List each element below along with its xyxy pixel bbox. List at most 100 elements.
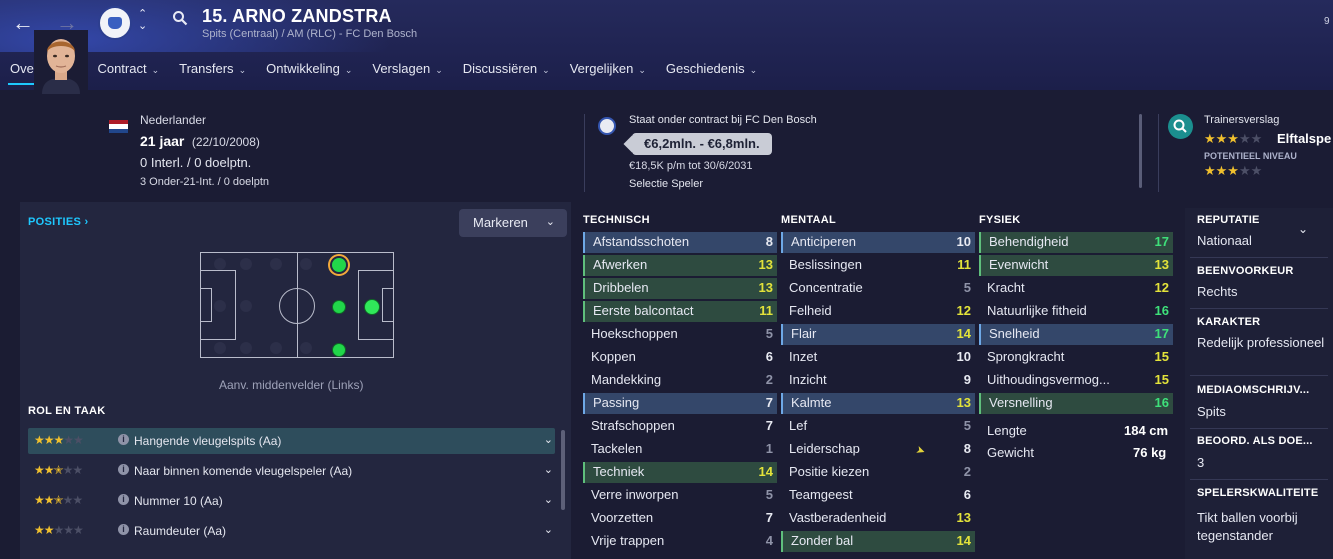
attribute-row[interactable]: Dribbelen 13 — [583, 278, 777, 299]
club-crest-icon[interactable] — [98, 6, 132, 40]
attribute-value: 7 — [765, 395, 773, 410]
attribute-value: 12 — [956, 303, 971, 318]
info-icon[interactable]: i — [118, 464, 129, 475]
scout-search-icon[interactable] — [1168, 114, 1193, 139]
attribute-label: Positie kiezen — [789, 464, 870, 479]
attribute-row[interactable]: Natuurlijke fitheid 16 — [979, 301, 1173, 322]
attribute-row[interactable]: Strafschoppen 7 — [583, 416, 777, 437]
attribute-row[interactable]: Leiderschap 8 — [781, 439, 975, 460]
search-icon[interactable] — [172, 10, 188, 26]
role-row[interactable]: ★★★★★ i Raumdeuter (Aa) ⌄ — [28, 518, 555, 544]
attribute-label: Snelheid — [989, 326, 1040, 341]
attribute-row[interactable]: Afwerken 13 — [583, 255, 777, 276]
role-row[interactable]: ★★★★★ i Hangende vleugelspits (Aa) ⌄ — [28, 428, 555, 454]
attribute-row[interactable]: Beslissingen 11 — [781, 255, 975, 276]
attribute-row[interactable]: Lef 5 — [781, 416, 975, 437]
attribute-row[interactable]: Evenwicht 13 — [979, 255, 1173, 276]
attribute-row[interactable]: Snelheid 17 — [979, 324, 1173, 345]
player-traits-header: SPELERSKWALITEITE — [1197, 487, 1319, 499]
attribute-row[interactable]: Verre inworpen 5 — [583, 485, 777, 506]
menu-transfers[interactable]: Transfers ⌄ — [169, 57, 256, 90]
attribute-row[interactable]: Behendigheid 17 — [979, 232, 1173, 253]
menu-discussieren[interactable]: Discussiëren ⌄ — [453, 57, 560, 90]
attribute-label: Koppen — [591, 349, 636, 364]
attribute-row[interactable]: Zonder bal 14 — [781, 531, 975, 552]
attribute-row[interactable]: Vrije trappen 4 — [583, 531, 777, 552]
potential-label: POTENTIEEL NIVEAU — [1204, 151, 1297, 161]
coach-report-value: Elftalspe — [1277, 131, 1332, 146]
attribute-row[interactable]: Anticiperen 10 — [781, 232, 975, 253]
height-value: 184 cm — [1124, 423, 1169, 438]
chevron-down-icon[interactable]: ⌄ — [544, 463, 553, 476]
markeren-button[interactable]: Markeren ⌄ — [459, 209, 567, 237]
more-icon[interactable]: 9 — [1324, 16, 1330, 27]
attribute-row[interactable]: Uithoudingsvermog... 15 — [979, 370, 1173, 391]
attribute-row[interactable]: Positie kiezen 2 — [781, 462, 975, 483]
attribute-label: Concentratie — [789, 280, 863, 295]
attribute-row[interactable]: Tackelen 1 — [583, 439, 777, 460]
menu-ontwikkeling[interactable]: Ontwikkeling ⌄ — [256, 57, 362, 90]
attribute-row[interactable]: Teamgeest 6 — [781, 485, 975, 506]
attribute-row[interactable]: Afstandsschoten 8 — [583, 232, 777, 253]
chevron-down-icon[interactable]: ⌄ — [544, 523, 553, 536]
header-bar: ← → ⌃ ⌄ 15. ARNO ZANDSTRA Spits (Centraal… — [0, 0, 1333, 90]
attribute-label: Evenwicht — [989, 257, 1049, 272]
position-st[interactable] — [364, 299, 380, 315]
attribute-label: Behendigheid — [989, 234, 1069, 249]
roles-header: ROL EN TAAK — [28, 405, 106, 417]
chevron-down-icon[interactable]: ⌄ — [544, 493, 553, 506]
attribute-value: 5 — [765, 487, 773, 502]
attribute-row[interactable]: Vastberadenheid 13 — [781, 508, 975, 529]
attribute-row[interactable]: Kalmte 13 — [781, 393, 975, 414]
attribute-row[interactable]: Techniek 14 — [583, 462, 777, 483]
attribute-row[interactable]: Flair 14 — [781, 324, 975, 345]
roles-scrollbar[interactable] — [561, 430, 565, 510]
personality-header: KARAKTER — [1197, 316, 1261, 328]
menu-verslagen[interactable]: Verslagen ⌄ — [362, 57, 452, 90]
menu-contract[interactable]: Contract ⌄ — [87, 57, 169, 90]
attribute-row[interactable]: Versnelling 16 — [979, 393, 1173, 414]
attribute-value: 12 — [1154, 280, 1169, 295]
media-description-value: Spits — [1197, 404, 1226, 419]
attribute-label: Uithoudingsvermog... — [987, 372, 1110, 387]
attribute-label: Flair — [791, 326, 817, 341]
attribute-row[interactable]: Kracht 12 — [979, 278, 1173, 299]
attribute-row[interactable]: Sprongkracht 15 — [979, 347, 1173, 368]
menu-geschiedenis[interactable]: Geschiedenis ⌄ — [656, 57, 767, 90]
position-aml-selected[interactable] — [332, 258, 346, 272]
attribute-label: Leiderschap — [789, 441, 860, 456]
chevron-down-icon[interactable]: ⌄ — [544, 433, 553, 446]
attribute-row[interactable]: Inzicht 9 — [781, 370, 975, 391]
attribute-row[interactable]: Voorzetten 7 — [583, 508, 777, 529]
position-amc[interactable] — [332, 300, 346, 314]
attribute-label: Tackelen — [591, 441, 643, 456]
attribute-label: Afwerken — [593, 257, 648, 272]
attribute-row[interactable]: Concentratie 5 — [781, 278, 975, 299]
attribute-label: Sprongkracht — [987, 349, 1065, 364]
attribute-value: 1 — [765, 441, 773, 456]
preferred-foot-header: BEENVOORKEUR — [1197, 265, 1294, 277]
attribute-row[interactable]: Hoekschoppen 5 — [583, 324, 777, 345]
arrow-left-icon[interactable]: ← — [12, 10, 34, 36]
attribute-row[interactable]: Inzet 10 — [781, 347, 975, 368]
potential-stars: ★★★★★ — [1204, 163, 1263, 178]
attribute-label: Hoekschoppen — [591, 326, 678, 341]
role-row[interactable]: ★★✭★★ i Naar binnen komende vleugelspele… — [28, 458, 555, 484]
info-icon[interactable]: i — [118, 524, 129, 535]
value-badge[interactable]: €6,2mln. - €6,8mln. — [632, 133, 772, 155]
attribute-row[interactable]: Passing 7 — [583, 393, 777, 414]
chevron-updown-icon[interactable]: ⌃ ⌄ — [138, 8, 147, 32]
info-icon[interactable]: i — [118, 494, 129, 505]
attribute-label: Strafschoppen — [591, 418, 675, 433]
attribute-row[interactable]: Mandekking 2 — [583, 370, 777, 391]
role-row[interactable]: ★★✭★★ i Nummer 10 (Aa) ⌄ — [28, 488, 555, 514]
position-amr[interactable] — [332, 343, 346, 357]
attribute-label: Teamgeest — [789, 487, 853, 502]
info-icon[interactable]: i — [118, 434, 129, 445]
attribute-row[interactable]: Felheid 12 — [781, 301, 975, 322]
attribute-row[interactable]: Koppen 6 — [583, 347, 777, 368]
attribute-row[interactable]: Eerste balcontact 11 — [583, 301, 777, 322]
menu-vergelijken[interactable]: Vergelijken ⌄ — [560, 57, 656, 90]
attribute-label: Voorzetten — [591, 510, 654, 525]
positions-header[interactable]: POSITIES › — [28, 216, 88, 228]
